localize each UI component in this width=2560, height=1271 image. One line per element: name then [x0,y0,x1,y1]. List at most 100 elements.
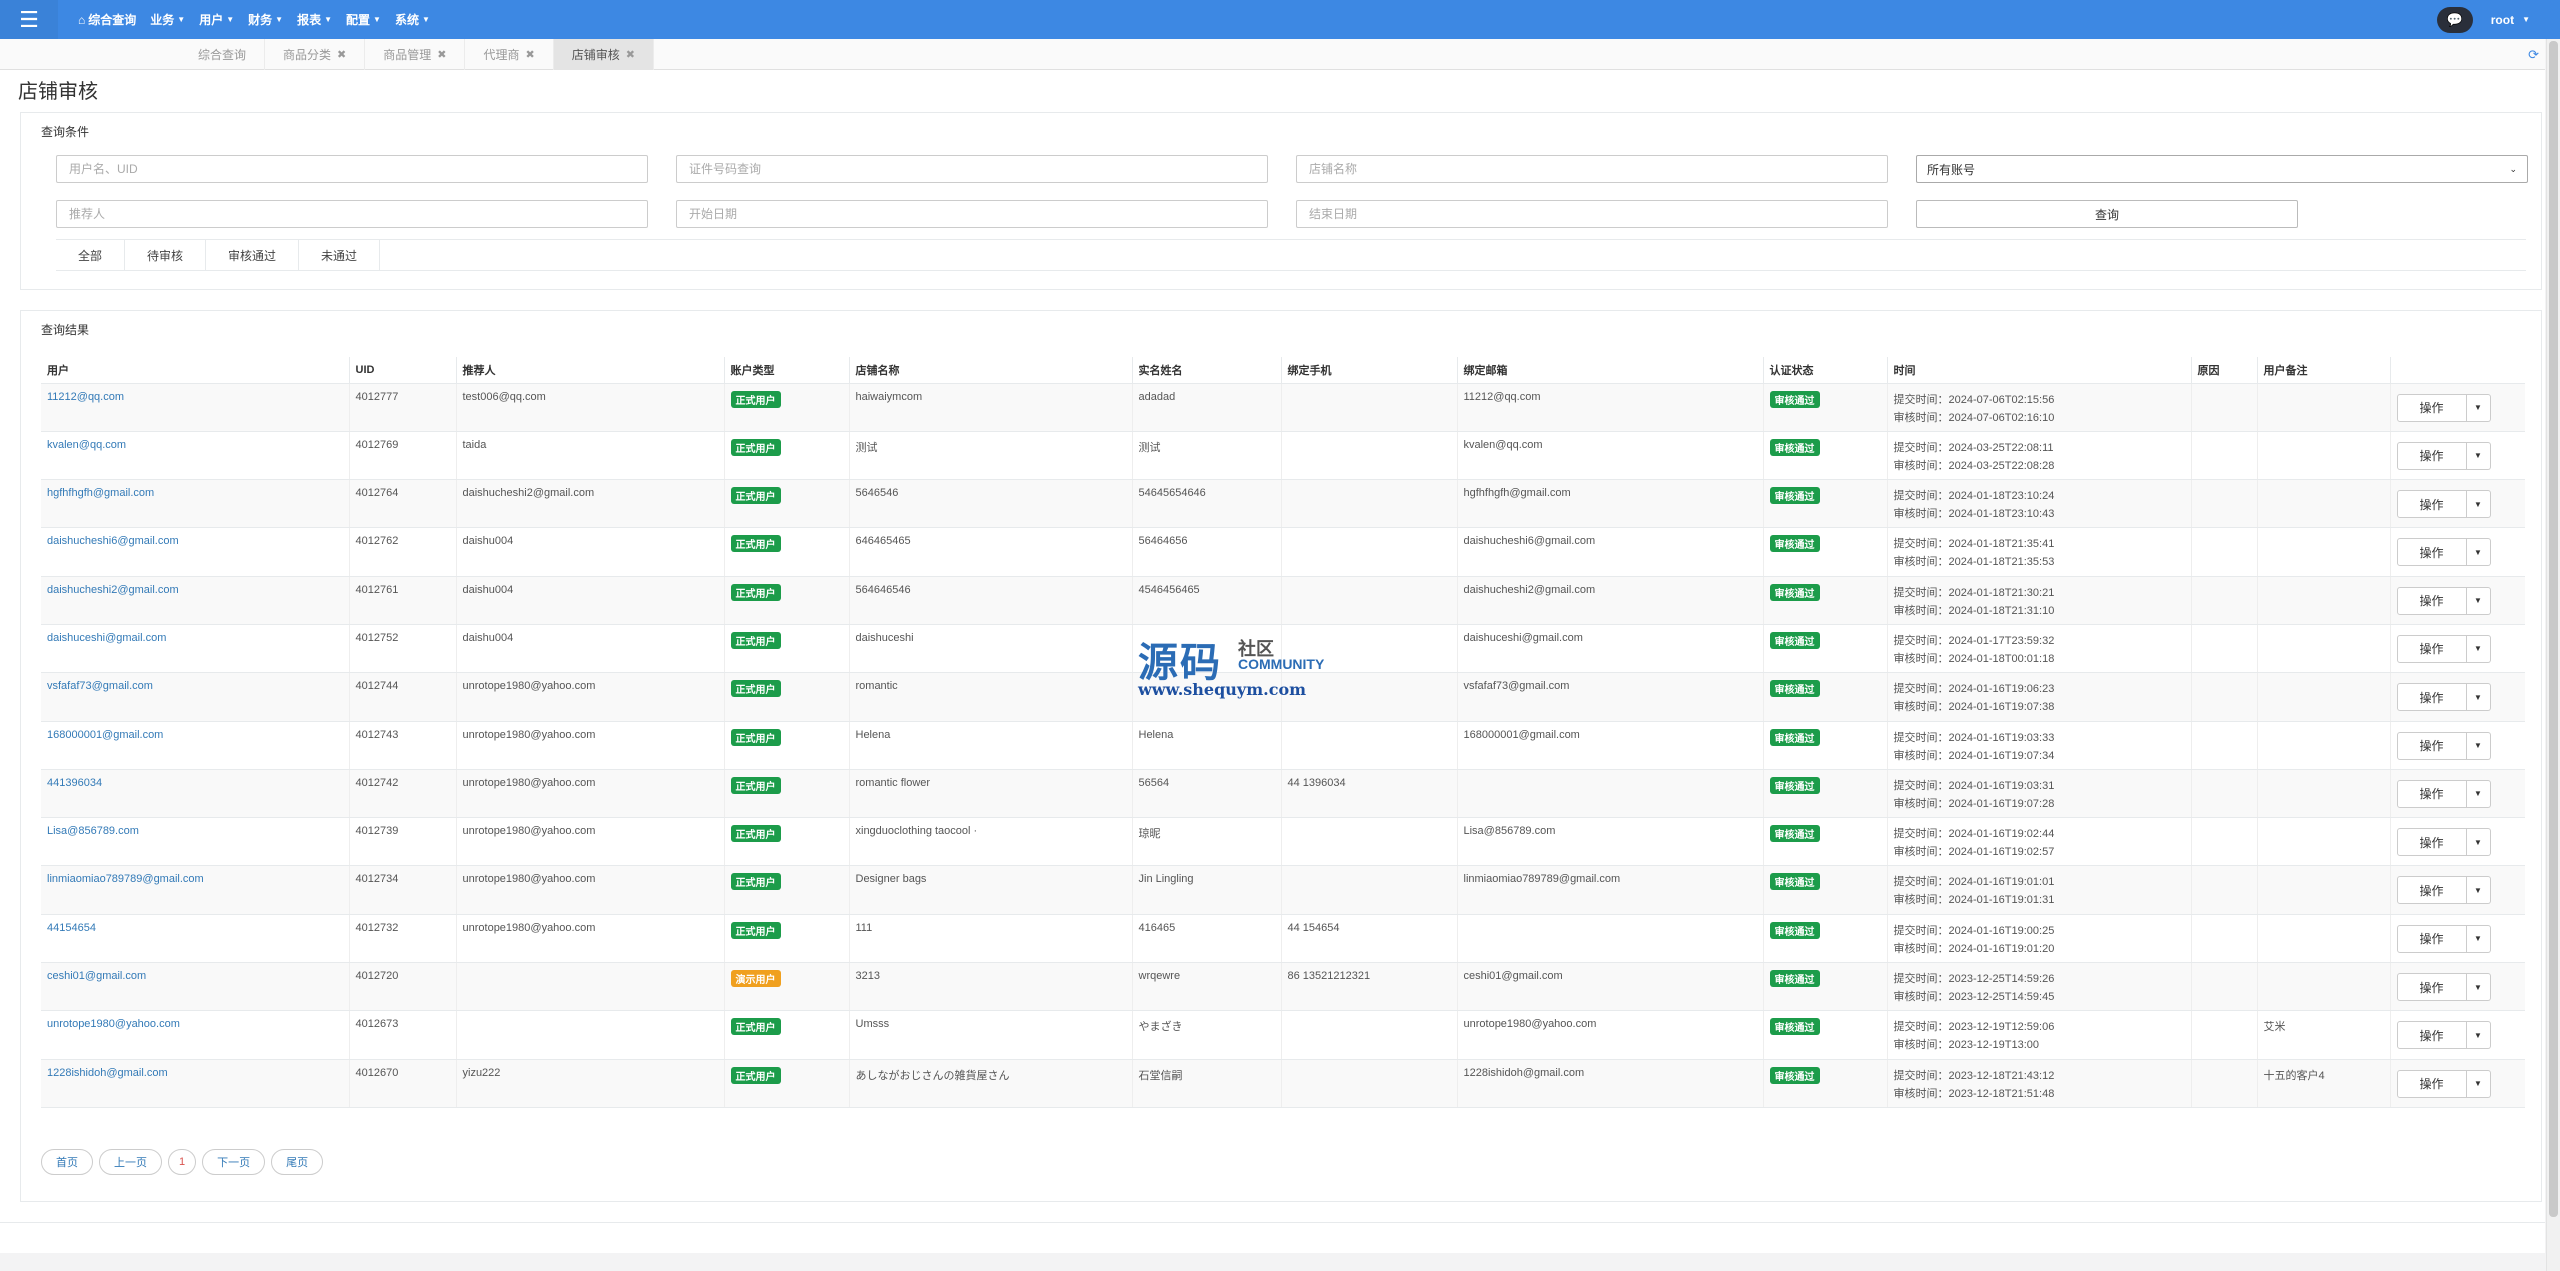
chat-icon[interactable]: 💬 [2436,6,2473,33]
start-date-input[interactable] [676,200,1268,228]
nav-item-label: 报表 [297,13,322,27]
menu-toggle-icon[interactable]: ☰ [0,0,58,39]
operation-button[interactable]: 操作 [2396,924,2467,953]
tab-label: 店铺审核 [571,48,620,62]
user-link[interactable]: unrotope1980@yahoo.com [47,1018,180,1030]
status-tab-3[interactable]: 未通过 [299,240,381,270]
operation-button[interactable]: 操作 [2396,1069,2467,1098]
operation-button[interactable]: 操作 [2396,538,2467,567]
close-icon[interactable]: ✖ [337,48,346,61]
user-link[interactable]: ceshi01@gmail.com [47,970,146,982]
status-tab-1[interactable]: 待审核 [125,240,207,270]
close-icon[interactable]: ✖ [526,48,535,61]
user-link[interactable]: kvalen@qq.com [47,439,126,451]
cell-phone [1281,865,1458,915]
page-number-button[interactable]: 1 [168,1149,197,1175]
scrollbar-thumb[interactable] [2549,41,2558,1217]
operation-button[interactable]: 操作 [2396,973,2467,1002]
cell-account-type: 正式用户 [724,479,850,529]
operation-button[interactable]: 操作 [2396,586,2467,615]
nav-item-5[interactable]: 配置 ▼ [346,11,381,28]
refresh-icon[interactable]: ⟳ [2528,47,2539,63]
user-link[interactable]: 168000001@gmail.com [47,729,163,741]
status-tab-0[interactable]: 全部 [56,240,126,270]
cell-user: 441396034 [41,769,350,819]
first-page-button[interactable]: 首页 [41,1149,93,1175]
nav-item-1[interactable]: 业务 ▼ [150,11,185,28]
caret-down-icon[interactable]: ▼ [2466,779,2491,808]
caret-down-icon[interactable]: ▼ [2466,924,2491,953]
operation-button[interactable]: 操作 [2396,828,2467,857]
caret-down-icon[interactable]: ▼ [2466,634,2491,663]
referrer-input[interactable] [56,200,648,228]
user-link[interactable]: vsfafaf73@gmail.com [47,680,153,692]
tab-label: 代理商 [483,48,520,62]
user-link[interactable]: 1228ishidoh@gmail.com [47,1067,168,1079]
user-link[interactable]: daishuceshi@gmail.com [47,632,166,644]
operation-button[interactable]: 操作 [2396,634,2467,663]
nav-item-2[interactable]: 用户 ▼ [199,11,234,28]
operation-button[interactable]: 操作 [2396,393,2467,422]
caret-down-icon[interactable]: ▼ [2466,1021,2491,1050]
user-link[interactable]: hgfhfhgfh@gmail.com [47,487,154,499]
review-time-label: 审核时间： [1893,1039,1949,1052]
cell-operation: 操作 ▼ [2390,1059,2525,1108]
operation-button[interactable]: 操作 [2396,490,2467,519]
submit-time-label: 提交时间： [1893,779,1949,792]
user-link[interactable]: 11212@qq.com [47,391,124,403]
user-link[interactable]: 441396034 [47,777,102,789]
caret-down-icon[interactable]: ▼ [2466,490,2491,519]
close-icon[interactable]: ✖ [437,48,446,61]
nav-item-3[interactable]: 财务 ▼ [248,11,283,28]
caret-down-icon[interactable]: ▼ [2466,973,2491,1002]
cert-search-input[interactable] [676,155,1268,183]
caret-down-icon[interactable]: ▼ [2466,538,2491,567]
caret-down-icon[interactable]: ▼ [2466,828,2491,857]
user-link[interactable]: daishucheshi2@gmail.com [47,584,179,596]
shop-search-input[interactable] [1296,155,1888,183]
tab-1[interactable]: 商品分类 ✖ [265,39,366,70]
operation-button[interactable]: 操作 [2396,731,2467,760]
caret-down-icon[interactable]: ▼ [2466,393,2491,422]
review-time: 审核时间：2024-01-16T19:07:34 [1894,747,2185,765]
status-tab-2[interactable]: 审核通过 [206,240,300,270]
end-date-input[interactable] [1296,200,1888,228]
operation-button[interactable]: 操作 [2396,441,2467,470]
tab-0[interactable]: 综合查询 [180,39,266,70]
nav-item-6[interactable]: 系统 ▼ [395,11,430,28]
user-link[interactable]: 44154654 [47,922,96,934]
caret-down-icon[interactable]: ▼ [2466,441,2491,470]
user-search-input[interactable] [56,155,648,183]
user-menu[interactable]: root ▼ [2491,13,2530,27]
review-time-value: 2024-01-18T21:31:10 [1948,604,2055,617]
caret-down-icon: ▼ [421,15,430,24]
nav-item-0[interactable]: ⌂ 综合查询 [78,11,136,28]
user-link[interactable]: linmiaomiao789789@gmail.com [47,873,204,885]
account-select[interactable]: 所有账号 ⌄ [1916,155,2528,183]
operation-button[interactable]: 操作 [2396,683,2467,712]
nav-item-label: 用户 [199,13,224,27]
query-button[interactable]: 查询 [1916,200,2298,228]
caret-down-icon[interactable]: ▼ [2466,876,2491,905]
operation-button[interactable]: 操作 [2396,1021,2467,1050]
close-icon[interactable]: ✖ [626,48,635,61]
nav-item-4[interactable]: 报表 ▼ [297,11,332,28]
user-link[interactable]: Lisa@856789.com [47,825,139,837]
tab-2[interactable]: 商品管理 ✖ [365,39,466,70]
prev-page-button[interactable]: 上一页 [99,1149,162,1175]
caret-down-icon[interactable]: ▼ [2466,683,2491,712]
user-link[interactable]: daishucheshi6@gmail.com [47,535,179,547]
next-page-button[interactable]: 下一页 [202,1149,266,1175]
caret-down-icon[interactable]: ▼ [2466,586,2491,615]
caret-down-icon[interactable]: ▼ [2466,1069,2491,1098]
tab-4[interactable]: 店铺审核 ✖ [553,39,654,70]
page-scrollbar[interactable] [2546,39,2560,1271]
review-time-label: 审核时间： [1893,894,1949,907]
operation-button[interactable]: 操作 [2396,876,2467,905]
cell-real-name [1132,672,1282,722]
operation-button[interactable]: 操作 [2396,779,2467,808]
last-page-button[interactable]: 尾页 [271,1149,324,1175]
caret-down-icon[interactable]: ▼ [2466,731,2491,760]
submit-time: 提交时间：2024-01-16T19:00:25 [1894,922,2185,940]
tab-3[interactable]: 代理商 ✖ [465,39,554,70]
